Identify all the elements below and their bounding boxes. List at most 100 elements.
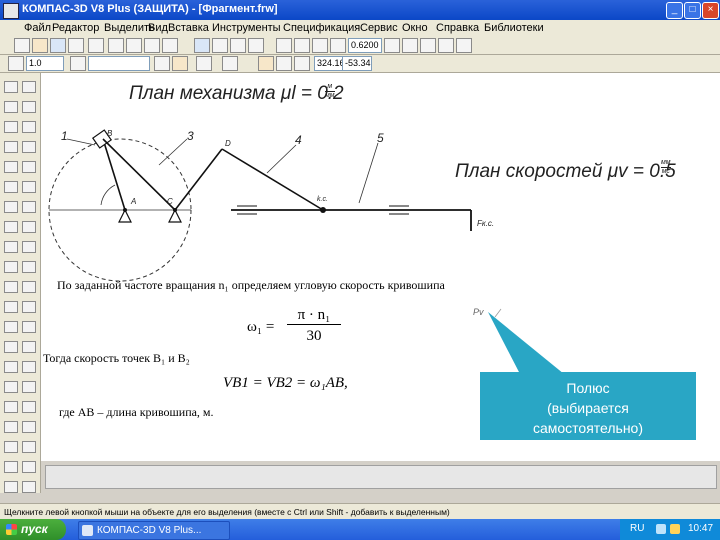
menu-editor[interactable]: Редактор (52, 22, 99, 34)
paste-icon[interactable] (144, 38, 160, 53)
spec-tool-icon[interactable] (4, 221, 18, 233)
windows-logo-icon (6, 524, 17, 535)
zoom-all-icon[interactable] (384, 38, 400, 53)
dimension-tool-icon[interactable] (4, 101, 18, 113)
variables-icon[interactable] (212, 38, 228, 53)
open-file-icon[interactable] (32, 38, 48, 53)
preview-icon[interactable] (88, 38, 104, 53)
style-select[interactable] (88, 56, 150, 71)
menu-file[interactable]: Файл (24, 22, 51, 34)
join-tool-icon[interactable] (22, 421, 36, 433)
fillet-tool-icon[interactable] (22, 301, 36, 313)
polygon-tool-icon[interactable] (22, 241, 36, 253)
grid-tool-icon[interactable] (22, 481, 36, 493)
menu-view[interactable]: Вид (148, 22, 168, 34)
tool-palette (0, 73, 41, 511)
pencil-icon[interactable] (172, 56, 188, 71)
polyline-tool-icon[interactable] (22, 201, 36, 213)
rotate-tool-icon[interactable] (22, 361, 36, 373)
ellipse-tool-icon[interactable] (22, 161, 36, 173)
round-icon[interactable] (276, 56, 292, 71)
layer-icon[interactable] (70, 56, 86, 71)
param-tool-icon[interactable] (4, 161, 18, 173)
scale-tool-icon[interactable] (4, 381, 18, 393)
menu-libraries[interactable]: Библиотеки (484, 22, 544, 34)
layer-select[interactable]: 1.0 (26, 56, 64, 71)
arc-tool-icon[interactable] (22, 141, 36, 153)
macro-tool-icon[interactable] (4, 281, 18, 293)
spline-tool-icon[interactable] (22, 181, 36, 193)
start-button[interactable]: пуск (0, 519, 66, 540)
language-indicator[interactable]: RU (630, 523, 644, 534)
layers-icon[interactable] (248, 38, 264, 53)
mechanism-plan-title-text: План механизма (129, 83, 276, 104)
close-button[interactable]: × (702, 2, 719, 19)
refresh-icon[interactable] (420, 38, 436, 53)
zoom-window-icon[interactable] (276, 38, 292, 53)
menu-tools[interactable]: Инструменты (212, 22, 281, 34)
edit-tool-icon[interactable] (4, 141, 18, 153)
offset-tool-icon[interactable] (4, 341, 18, 353)
zoom-scale-icon[interactable] (330, 38, 346, 53)
delete-tool-icon[interactable] (4, 461, 18, 473)
local-cs-icon[interactable] (258, 56, 274, 71)
mechanism-plan-units: м мм (325, 83, 335, 100)
doc-line-3: где АВ – длина кривошипа, м. (59, 405, 214, 419)
zoom-in-icon[interactable] (294, 38, 310, 53)
clear-tool-icon[interactable] (22, 461, 36, 473)
point-tool-icon[interactable] (22, 81, 36, 93)
select-tool-icon[interactable] (4, 201, 18, 213)
minimize-button[interactable]: _ (666, 2, 683, 19)
print-icon[interactable] (68, 38, 84, 53)
menu-help[interactable]: Справка (436, 22, 479, 34)
redraw-icon[interactable] (438, 38, 454, 53)
insert-tool-icon[interactable] (4, 261, 18, 273)
report-tool-icon[interactable] (4, 241, 18, 253)
menu-window[interactable]: Окно (402, 22, 428, 34)
designation-tool-icon[interactable] (4, 121, 18, 133)
menu-service[interactable]: Сервис (360, 22, 398, 34)
save-icon[interactable] (50, 38, 66, 53)
chamfer-tool-icon[interactable] (22, 281, 36, 293)
menu-insert[interactable]: Вставка (168, 22, 209, 34)
rect-tool-icon[interactable] (22, 221, 36, 233)
zoom-out-icon[interactable] (312, 38, 328, 53)
menu-specification[interactable]: Спецификация (283, 22, 360, 34)
cursor-icon[interactable] (294, 56, 310, 71)
snap-tool-icon[interactable] (4, 481, 18, 493)
tray-volume-icon[interactable] (670, 524, 680, 534)
fragment-tool-icon[interactable] (4, 301, 18, 313)
velocity-plan-title-text: План скоростей (455, 161, 603, 182)
properties-field[interactable] (45, 465, 717, 489)
manager-icon[interactable] (230, 38, 246, 53)
table-tool-icon[interactable] (22, 321, 36, 333)
ortho-icon[interactable] (222, 56, 238, 71)
taskbar-item-kompas[interactable]: КОМПАС-3D V8 Plus... (78, 521, 230, 540)
tray-network-icon[interactable] (656, 524, 666, 534)
zoom-input[interactable]: 0.6200 (348, 38, 382, 53)
new-file-icon[interactable] (14, 38, 30, 53)
circle-tool-icon[interactable] (22, 121, 36, 133)
extend-tool-icon[interactable] (22, 401, 36, 413)
measure-tool-icon[interactable] (4, 181, 18, 193)
pan-icon[interactable] (402, 38, 418, 53)
mirror-tool-icon[interactable] (4, 361, 18, 373)
maximize-button[interactable]: □ (684, 2, 701, 19)
break-tool-icon[interactable] (4, 421, 18, 433)
tree-icon[interactable] (194, 38, 210, 53)
copy-icon[interactable] (126, 38, 142, 53)
display-icon[interactable] (456, 38, 472, 53)
text-tool-icon[interactable] (4, 321, 18, 333)
snap-icon[interactable] (196, 56, 212, 71)
copy-tool-icon[interactable] (4, 441, 18, 453)
trim-tool-icon[interactable] (4, 401, 18, 413)
move-tool-icon[interactable] (22, 381, 36, 393)
cut-icon[interactable] (108, 38, 124, 53)
hatch-tool-icon[interactable] (22, 261, 36, 273)
grid-icon[interactable] (154, 56, 170, 71)
contour-tool-icon[interactable] (22, 341, 36, 353)
array-tool-icon[interactable] (22, 441, 36, 453)
geometry-tool-icon[interactable] (4, 81, 18, 93)
line-tool-icon[interactable] (22, 101, 36, 113)
properties-icon[interactable] (162, 38, 178, 53)
